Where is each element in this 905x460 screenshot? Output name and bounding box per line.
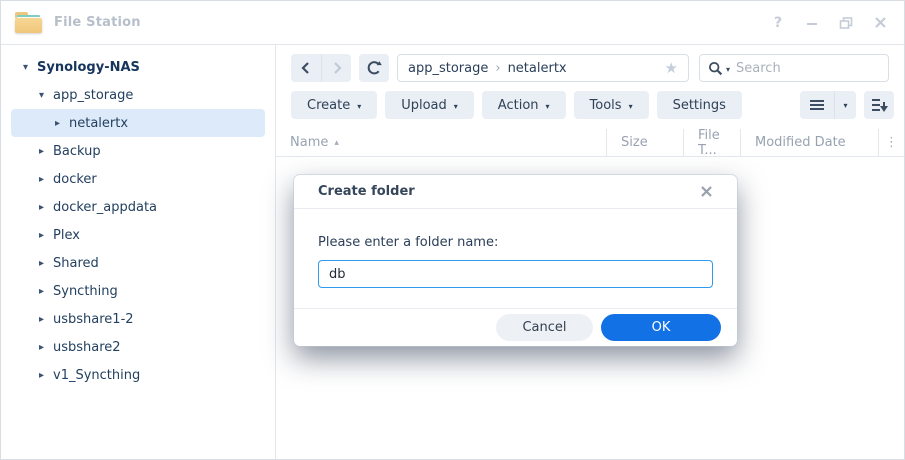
sidebar-item-usbshare2[interactable]: ▸ usbshare2: [11, 333, 265, 361]
cancel-button[interactable]: Cancel: [496, 314, 593, 341]
view-mode-split-button: ▾: [800, 91, 856, 119]
upload-button[interactable]: Upload ▾: [385, 91, 474, 119]
sidebar-item-shared[interactable]: ▸ Shared: [11, 249, 265, 277]
chevron-down-icon: ▾: [454, 102, 458, 111]
column-header-file-type[interactable]: File T...: [683, 129, 740, 156]
tree-expand-icon[interactable]: ▾: [39, 90, 53, 101]
sidebar-item-usbshare1-2[interactable]: ▸ usbshare1-2: [11, 305, 265, 333]
create-button[interactable]: Create ▾: [291, 91, 377, 119]
folder-name-input[interactable]: [318, 260, 713, 288]
help-icon[interactable]: ?: [768, 13, 788, 33]
sidebar-item-docker-appdata[interactable]: ▸ docker_appdata: [11, 193, 265, 221]
favorite-star-icon[interactable]: ★: [665, 59, 678, 77]
sidebar-item-synology-nas[interactable]: ▾ Synology-NAS: [11, 53, 265, 81]
column-options-kebab-icon[interactable]: ⋮: [878, 129, 904, 156]
navigation-row: app_storage › netalertx ★ ▾: [291, 54, 889, 82]
tree-expand-icon[interactable]: ▸: [39, 314, 53, 325]
tree-expand-icon[interactable]: ▸: [39, 174, 53, 185]
window-controls: ?: [768, 13, 890, 33]
search-input[interactable]: [736, 61, 880, 76]
sidebar-item-app-storage[interactable]: ▾ app_storage: [11, 81, 265, 109]
sidebar-item-backup[interactable]: ▸ Backup: [11, 137, 265, 165]
settings-button[interactable]: Settings: [657, 91, 742, 119]
breadcrumb-separator: ›: [495, 61, 500, 76]
column-header-modified-date[interactable]: Modified Date: [740, 129, 878, 156]
tree-expand-icon[interactable]: ▸: [39, 258, 53, 269]
chevron-down-icon: ▾: [629, 102, 633, 111]
tree-expand-icon[interactable]: ▾: [23, 62, 37, 73]
tree-expand-icon[interactable]: ▸: [39, 342, 53, 353]
tree-expand-icon[interactable]: ▸: [39, 146, 53, 157]
forward-icon[interactable]: [321, 54, 351, 82]
breadcrumb-segment[interactable]: netalertx: [508, 61, 567, 76]
folder-tree-sidebar: ▾ Synology-NAS ▾ app_storage ▸ netalertx…: [1, 45, 276, 460]
column-header-name[interactable]: Name ▴: [276, 129, 606, 156]
dialog-title: Create folder: [318, 184, 415, 199]
refresh-icon[interactable]: [359, 54, 389, 82]
action-button[interactable]: Action ▾: [482, 91, 566, 119]
tree-expand-icon[interactable]: ▸: [55, 118, 69, 129]
back-icon[interactable]: [291, 54, 321, 82]
sidebar-item-docker[interactable]: ▸ docker: [11, 165, 265, 193]
tree-expand-icon[interactable]: ▸: [39, 202, 53, 213]
tools-button[interactable]: Tools ▾: [574, 91, 649, 119]
column-header-size[interactable]: Size: [606, 129, 683, 156]
file-station-window: File Station ? ▾ Synology-NAS: [0, 0, 905, 460]
sort-ascending-icon: ▴: [334, 138, 339, 148]
breadcrumb[interactable]: app_storage › netalertx ★: [397, 54, 689, 82]
tree-expand-icon[interactable]: ▸: [39, 370, 53, 381]
minimize-icon[interactable]: [802, 13, 822, 33]
dialog-body: Please enter a folder name:: [294, 209, 737, 308]
dialog-header: Create folder: [294, 175, 737, 209]
breadcrumb-segment[interactable]: app_storage: [408, 61, 488, 76]
create-folder-dialog: Create folder Please enter a folder name…: [294, 175, 737, 346]
close-icon[interactable]: [870, 13, 890, 33]
sidebar-item-v1-syncthing[interactable]: ▸ v1_Syncthing: [11, 361, 265, 389]
sidebar-item-syncthing[interactable]: ▸ Syncthing: [11, 277, 265, 305]
app-title: File Station: [54, 15, 141, 30]
file-station-folder-icon: [15, 12, 42, 33]
search-box[interactable]: ▾: [699, 54, 889, 82]
chevron-down-icon: ▾: [357, 102, 361, 111]
history-nav-group: [291, 54, 351, 82]
titlebar: File Station ?: [1, 1, 904, 45]
ok-button[interactable]: OK: [601, 314, 721, 341]
tree-expand-icon[interactable]: ▸: [39, 230, 53, 241]
sidebar-item-plex[interactable]: ▸ Plex: [11, 221, 265, 249]
dialog-close-icon[interactable]: [697, 183, 715, 201]
chevron-down-icon: ▾: [546, 102, 550, 111]
folder-name-prompt: Please enter a folder name:: [318, 235, 713, 250]
search-options-caret-icon[interactable]: ▾: [726, 65, 730, 74]
tree-expand-icon[interactable]: ▸: [39, 286, 53, 297]
toolbar: Create ▾ Upload ▾ Action ▾ Tools ▾ Setti…: [291, 91, 894, 119]
view-mode-caret-icon[interactable]: ▾: [834, 91, 856, 119]
sidebar-item-netalertx[interactable]: ▸ netalertx: [11, 109, 265, 137]
list-view-icon[interactable]: [800, 91, 834, 119]
search-icon: [708, 61, 723, 76]
dialog-footer: Cancel OK: [294, 308, 737, 346]
file-list-header: Name ▴ Size File T... Modified Date ⋮: [276, 129, 904, 157]
restore-icon[interactable]: [836, 13, 856, 33]
sort-icon[interactable]: [864, 91, 894, 119]
